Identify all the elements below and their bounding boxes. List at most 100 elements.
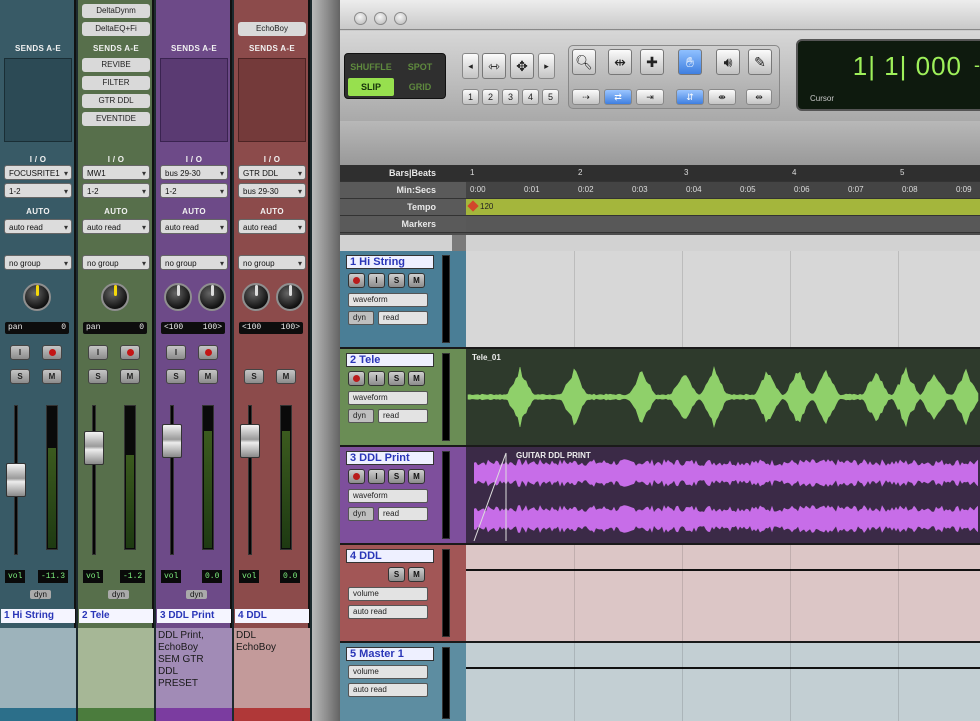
sends-area[interactable]	[160, 58, 228, 142]
track-input-button[interactable]: I	[368, 469, 385, 484]
track-comments[interactable]: DDL Print, EchoBoy SEM GTR DDL PRESET	[158, 630, 230, 690]
automation-mode-selector[interactable]: auto read	[160, 219, 228, 235]
track-automation-selector[interactable]: read	[378, 311, 428, 325]
record-enable-button[interactable]	[198, 345, 218, 360]
pan-right-knob[interactable]	[198, 283, 226, 311]
tempo-marker-icon[interactable]	[467, 200, 479, 212]
grid-mode-button[interactable]: GRID	[397, 78, 443, 96]
track-name[interactable]: 1 Hi String	[1, 609, 75, 623]
automation-mode-selector[interactable]: auto read	[4, 219, 72, 235]
track-name-field[interactable]: 5 Master 1	[346, 647, 434, 661]
volume-fader[interactable]	[84, 431, 104, 465]
horizontal-zoom-icon[interactable]: ⇿	[482, 53, 506, 79]
record-enable-button[interactable]	[120, 345, 140, 360]
input-selector[interactable]: FOCUSRITE1	[4, 165, 72, 181]
vertical-zoom-icon[interactable]: ✥	[510, 53, 534, 79]
record-enable-button[interactable]	[42, 345, 62, 360]
slip-mode-button[interactable]: SLIP	[348, 78, 394, 96]
track-record-button[interactable]	[348, 273, 365, 288]
output-selector[interactable]: 1-2	[4, 183, 72, 199]
track-view-selector[interactable]: volume	[348, 665, 428, 679]
pan-left-knob[interactable]	[242, 283, 270, 311]
group-selector[interactable]: no group	[160, 255, 228, 271]
track-automation-selector[interactable]: auto read	[348, 683, 428, 697]
pan-left-knob[interactable]	[164, 283, 192, 311]
volume-automation-line[interactable]	[466, 667, 980, 669]
pan-right-knob[interactable]	[276, 283, 304, 311]
comments-area[interactable]	[78, 628, 154, 708]
minimize-window-button[interactable]	[374, 12, 387, 25]
commands-focus-icon[interactable]: ⇹	[746, 89, 772, 105]
zoom-preset-5[interactable]: 5	[542, 89, 559, 105]
track-lane-ddl[interactable]	[466, 545, 980, 643]
track-lane-ddl-print[interactable]: GUITAR DDL PRINT	[466, 447, 980, 545]
zoom-preset-3[interactable]: 3	[502, 89, 519, 105]
track-dyn-button[interactable]: dyn	[348, 409, 374, 423]
track-name-field[interactable]: 3 DDL Print	[346, 451, 434, 465]
track-record-button[interactable]	[348, 371, 365, 386]
spot-mode-button[interactable]: SPOT	[397, 58, 443, 76]
pencil-tool-icon[interactable]: ✎	[748, 49, 772, 75]
track-name-field[interactable]: 4 DDL	[346, 549, 434, 563]
insert-slot[interactable]: DeltaDynm	[82, 4, 150, 18]
mirror-midi-icon[interactable]: ⇵	[676, 89, 704, 105]
solo-button[interactable]: S	[166, 369, 186, 384]
sends-area[interactable]	[4, 58, 72, 142]
mute-button[interactable]: M	[42, 369, 62, 384]
track-automation-selector[interactable]: read	[378, 409, 428, 423]
send-slot[interactable]: EVENTIDE	[82, 112, 150, 126]
dyn-button[interactable]: dyn	[30, 590, 51, 599]
track-mute-button[interactable]: M	[408, 371, 425, 386]
mute-button[interactable]: M	[120, 369, 140, 384]
group-selector[interactable]: no group	[238, 255, 306, 271]
bars-beats-ruler[interactable]: 1 2 3 4 5	[466, 165, 980, 182]
trim-tool-icon[interactable]: ⇹	[608, 49, 632, 75]
audio-clip-waveform[interactable]	[466, 349, 980, 447]
ruler-label-min-secs[interactable]: Min:Secs	[340, 182, 466, 199]
tab-to-transient-icon[interactable]: ⇢	[572, 89, 600, 105]
automation-mode-selector[interactable]: auto read	[82, 219, 150, 235]
track-name[interactable]: 2 Tele	[79, 609, 153, 623]
tempo-ruler[interactable]: 120	[466, 199, 980, 216]
track-input-button[interactable]: I	[368, 273, 385, 288]
send-slot[interactable]: FILTER	[82, 76, 150, 90]
volume-fader[interactable]	[162, 424, 182, 458]
output-selector[interactable]: 1-2	[160, 183, 228, 199]
scrubber-tool-icon[interactable]: 🔊︎	[716, 49, 740, 75]
comments-area[interactable]	[0, 628, 76, 708]
main-counter[interactable]: 1| 1| 000 - Cursor	[796, 39, 980, 111]
solo-button[interactable]: S	[244, 369, 264, 384]
track-view-selector[interactable]: volume	[348, 587, 428, 601]
solo-button[interactable]: S	[88, 369, 108, 384]
volume-fader[interactable]	[6, 463, 26, 497]
solo-button[interactable]: S	[10, 369, 30, 384]
input-selector[interactable]: GTR DDL	[238, 165, 306, 181]
automation-mode-selector[interactable]: auto read	[238, 219, 306, 235]
group-selector[interactable]: no group	[82, 255, 150, 271]
audio-clip-waveform[interactable]	[466, 447, 980, 545]
close-window-button[interactable]	[354, 12, 367, 25]
zoom-in-icon[interactable]: ▸	[538, 53, 555, 79]
link-timeline-icon[interactable]: ⇄	[604, 89, 632, 105]
track-automation-selector[interactable]: read	[378, 507, 428, 521]
track-input-button[interactable]: I	[368, 371, 385, 386]
track-name-field[interactable]: 1 Hi String	[346, 255, 434, 269]
track-lane-master[interactable]	[466, 643, 980, 721]
volume-automation-line[interactable]	[466, 569, 980, 571]
input-selector[interactable]: MW1	[82, 165, 150, 181]
dyn-button[interactable]: dyn	[108, 590, 129, 599]
track-mute-button[interactable]: M	[408, 273, 425, 288]
pan-knob[interactable]	[23, 283, 51, 311]
track-comments[interactable]: DDL EchoBoy	[236, 630, 308, 654]
markers-ruler[interactable]	[466, 216, 980, 233]
output-selector[interactable]: bus 29-30	[238, 183, 306, 199]
input-monitor-button[interactable]: I	[166, 345, 186, 360]
ruler-label-markers[interactable]: Markers	[340, 216, 466, 233]
volume-fader[interactable]	[240, 424, 260, 458]
send-slot[interactable]: REVIBE	[82, 58, 150, 72]
insert-slot[interactable]: EchoBoy	[238, 22, 306, 36]
pan-knob[interactable]	[101, 283, 129, 311]
selector-tool-icon[interactable]: ✚	[640, 49, 664, 75]
zoomer-tool-icon[interactable]: 🔍︎	[572, 49, 596, 75]
track-dyn-button[interactable]: dyn	[348, 507, 374, 521]
